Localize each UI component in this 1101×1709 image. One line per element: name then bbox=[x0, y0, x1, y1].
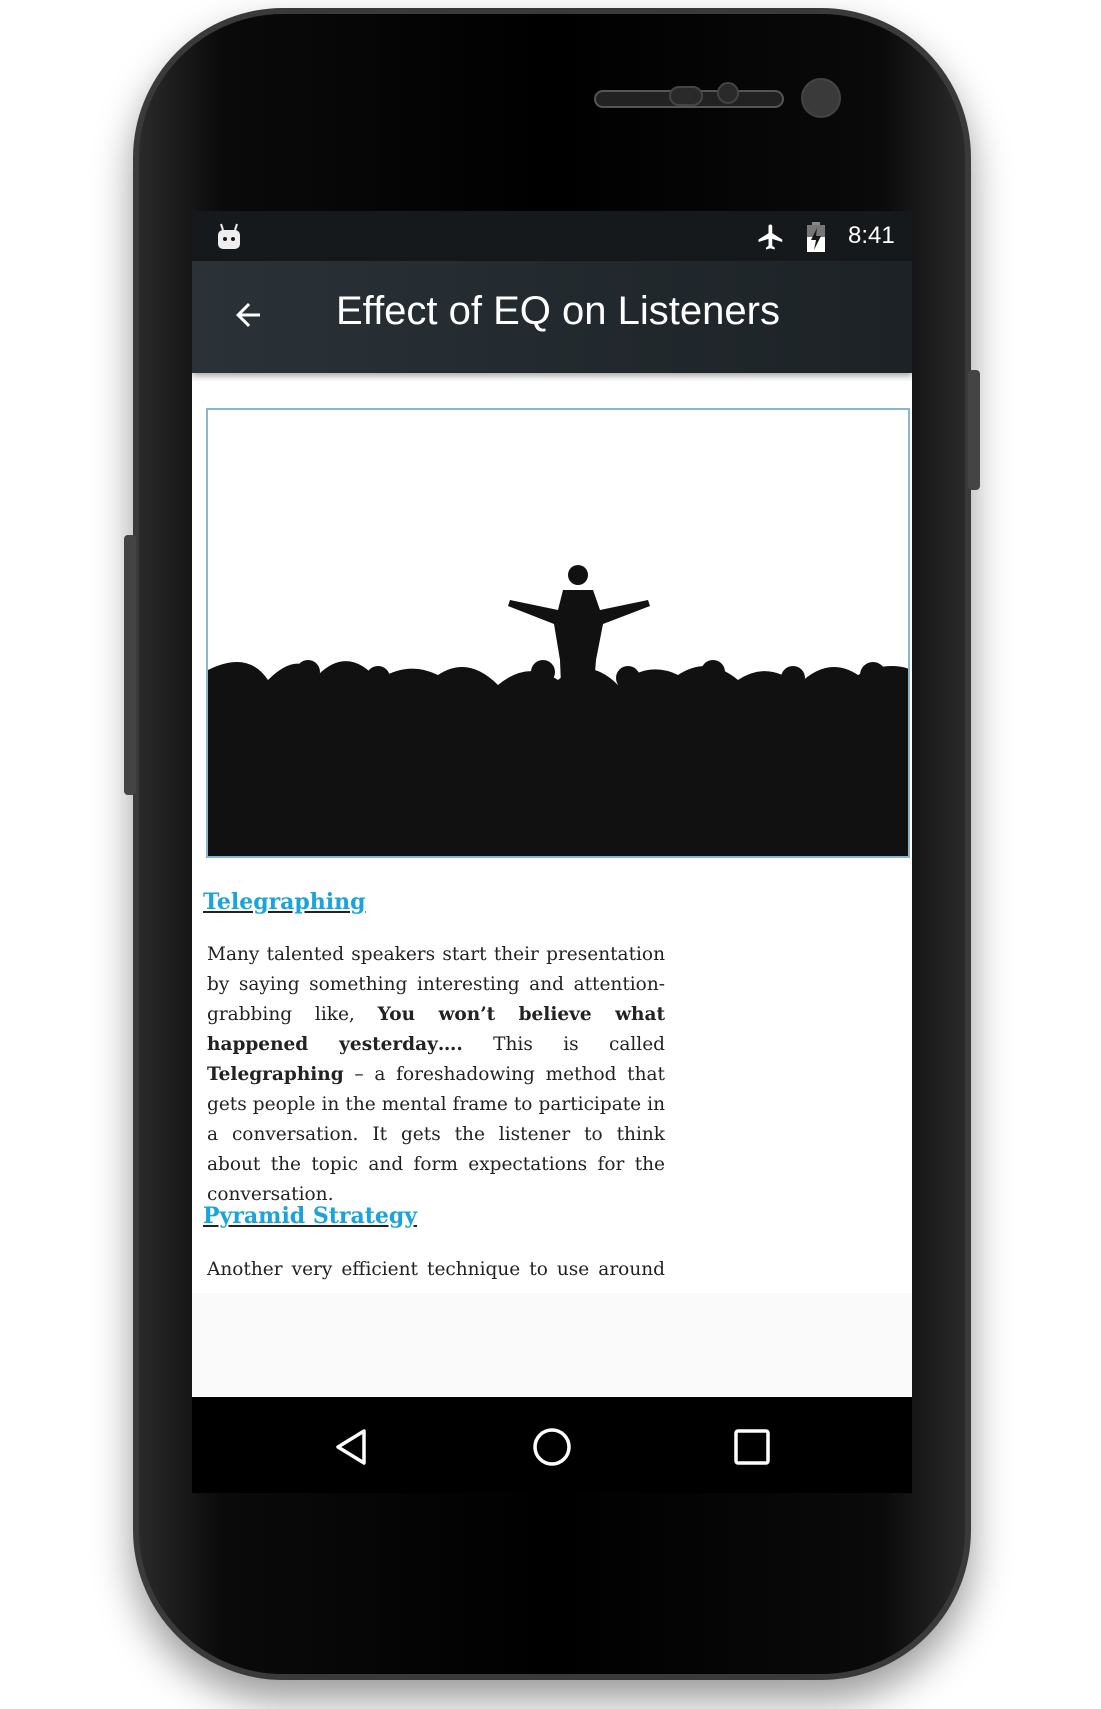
page-title: Effect of EQ on Listeners bbox=[336, 289, 780, 333]
paragraph-pyramid-strategy: Another very efficient technique to use … bbox=[207, 1259, 665, 1280]
arrow-left-icon[interactable] bbox=[230, 297, 266, 333]
triangle-back-icon[interactable] bbox=[332, 1427, 372, 1467]
light-sensor bbox=[717, 82, 739, 104]
status-bar: 8:41 bbox=[192, 211, 912, 261]
article-content[interactable]: Telegraphing Many talented speakers star… bbox=[192, 373, 912, 1293]
navigation-bar bbox=[192, 1397, 912, 1493]
clock: 8:41 bbox=[848, 222, 895, 249]
bold-term: Telegraphing bbox=[207, 1064, 344, 1085]
front-camera bbox=[801, 78, 841, 118]
square-recents-icon[interactable] bbox=[732, 1427, 772, 1467]
section-heading-pyramid-strategy[interactable]: Pyramid Strategy bbox=[203, 1203, 417, 1229]
article-image bbox=[206, 408, 910, 858]
audience-silhouette-illustration bbox=[208, 565, 908, 856]
airplane-mode-icon bbox=[758, 224, 783, 250]
section-heading-telegraphing[interactable]: Telegraphing bbox=[203, 889, 366, 915]
power-button[interactable] bbox=[968, 370, 980, 490]
paragraph-telegraphing: Many talented speakers start their prese… bbox=[207, 940, 665, 1210]
text: – a foreshadowing method that gets peopl… bbox=[207, 1064, 665, 1205]
screen: 8:41 Effect of EQ on Listeners Telegraph… bbox=[192, 211, 912, 1493]
proximity-sensor bbox=[669, 86, 703, 106]
circle-home-icon[interactable] bbox=[532, 1427, 572, 1467]
text: This is called bbox=[462, 1034, 665, 1055]
battery-charging-icon bbox=[807, 222, 825, 252]
app-bar: Effect of EQ on Listeners bbox=[192, 261, 912, 373]
volume-rocker[interactable] bbox=[124, 535, 136, 795]
android-icon bbox=[218, 223, 240, 249]
